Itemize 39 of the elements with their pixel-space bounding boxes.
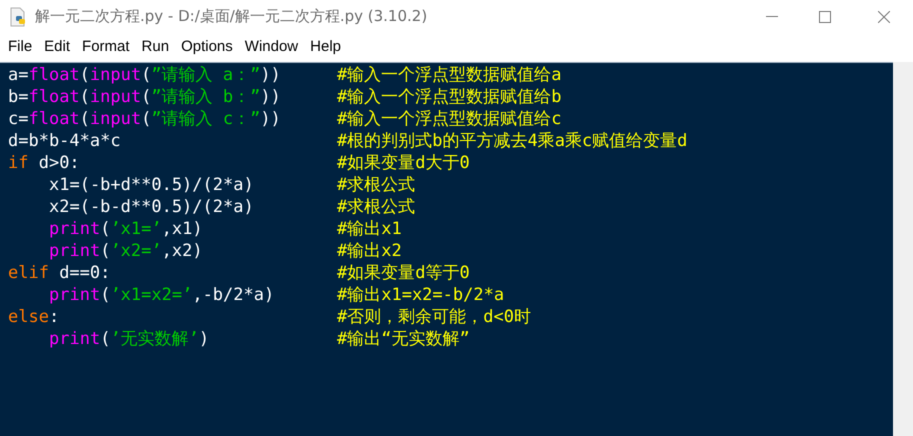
code-line: x2=(-b-d**0.5)/(2*a) — [49, 197, 254, 217]
menu-item[interactable]: Run — [136, 36, 176, 59]
code-line: a=float(input(”请输入 a：”)) — [8, 65, 281, 85]
code-line: print(’x1=’,x1) — [49, 219, 203, 239]
menu-item[interactable]: Window — [238, 36, 304, 59]
code-line: x1=(-b+d**0.5)/(2*a) — [49, 175, 254, 195]
code-comment: #根的判别式b的平方减去4乘a乘c赋值给变量d — [337, 130, 688, 152]
menu-item[interactable]: Help — [304, 36, 347, 59]
code-editor[interactable] — [0, 62, 893, 436]
menu-item[interactable]: File — [2, 36, 38, 59]
code-comment: #如果变量d大于0 — [337, 152, 470, 174]
close-icon — [878, 10, 890, 22]
code-comment: #输出“无实数解” — [337, 328, 470, 350]
code-line: print(’x2=’,x2) — [49, 241, 203, 261]
code-comment: #输出x1=x2=-b/2*a — [337, 284, 504, 306]
code-comment: #否则，剩余可能，d<0时 — [337, 306, 531, 328]
code-line: elif d==0: — [8, 263, 110, 283]
code-comment: #如果变量d等于0 — [337, 262, 470, 284]
code-line: b=float(input(”请输入 b：”)) — [8, 87, 281, 107]
code-line: else: — [8, 307, 60, 327]
code-comment: #输出x2 — [337, 240, 402, 262]
code-comment: #求根公式 — [337, 196, 416, 218]
code-line: c=float(input(”请输入 c：”)) — [8, 109, 281, 129]
menu-item[interactable]: Format — [76, 36, 136, 59]
python-file-icon — [9, 6, 27, 26]
code-line: d=b*b-4*a*c — [8, 131, 121, 151]
menu-item[interactable]: Edit — [38, 36, 76, 59]
code-line: print(’x1=x2=’,-b/2*a) — [49, 285, 274, 305]
code-comment: #输入一个浮点型数据赋值给a — [337, 64, 562, 86]
maximize-icon — [819, 10, 831, 22]
menu-item[interactable]: Options — [175, 36, 239, 59]
code-comment: #输入一个浮点型数据赋值给c — [337, 108, 562, 130]
minimize-icon — [766, 16, 778, 18]
code-comment: #输入一个浮点型数据赋值给b — [337, 86, 562, 108]
code-comment: #输出x1 — [337, 218, 402, 240]
code-line: if d>0: — [8, 153, 80, 173]
code-line: print(’无实数解’) — [49, 329, 210, 349]
code-comment: #求根公式 — [337, 174, 416, 196]
window-title: 解一元二次方程.py - D:/桌面/解一元二次方程.py (3.10.2) — [35, 6, 428, 28]
